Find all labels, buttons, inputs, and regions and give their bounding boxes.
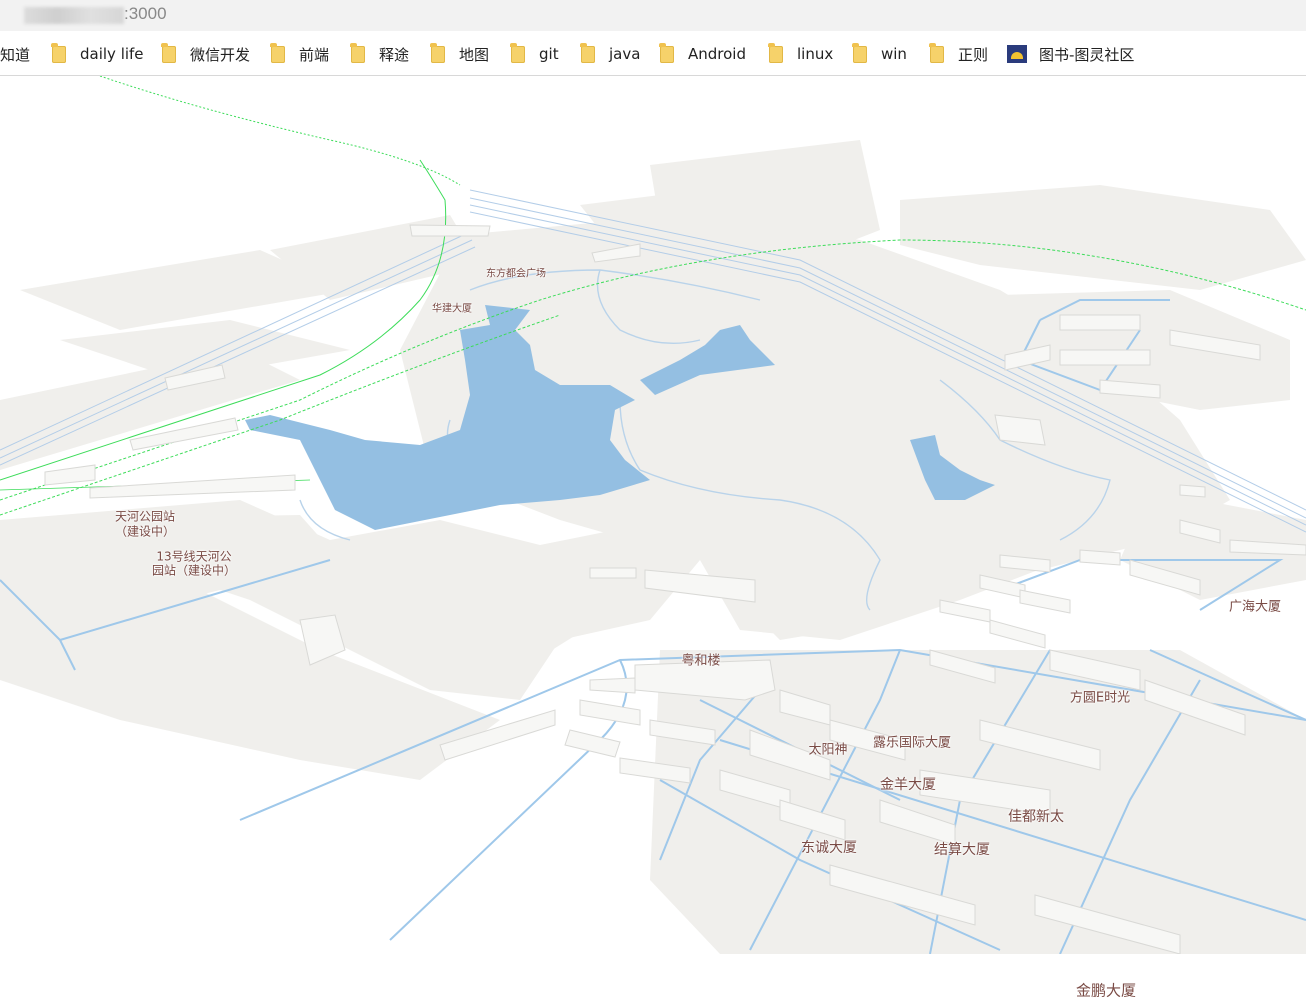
map-label-jinyang[interactable]: 金羊大厦 [880, 774, 936, 794]
folder-icon [161, 42, 176, 63]
map-label-guanghai[interactable]: 广海大厦 [1229, 596, 1281, 615]
map-label-jiadu[interactable]: 佳都新太 [1008, 806, 1064, 826]
bookmark-label: 微信开发 [190, 45, 251, 64]
bookmark-win[interactable]: win [852, 42, 907, 65]
bookmark-label: 释途 [379, 45, 410, 64]
map-label-under-construction: （建设中） [114, 524, 176, 539]
map-label-dongcheng[interactable]: 东诚大厦 [801, 837, 857, 857]
map-label-huajian[interactable]: 华建大厦 [432, 300, 472, 315]
folder-icon [929, 42, 944, 63]
bookmark-android[interactable]: Android [659, 42, 746, 65]
map-label-line13-b: 园站（建设中） [151, 563, 237, 578]
bookmark-label: 前端 [299, 45, 330, 64]
map-label-jiesuan[interactable]: 结算大厦 [934, 839, 990, 859]
bookmark-label: 知道 [0, 45, 31, 64]
folder-icon [768, 42, 783, 63]
map-label-taiyangshen[interactable]: 太阳神 [808, 739, 847, 758]
folder-icon [659, 42, 674, 63]
map-label-yuehe[interactable]: 粤和楼 [681, 650, 720, 669]
map-canvas[interactable] [0, 76, 1306, 954]
bookmark-label: git [539, 45, 559, 63]
map-label-fangyuan[interactable]: 方圆E时光 [1070, 687, 1130, 706]
bookmark-label: linux [797, 45, 834, 63]
bookmarks-bar: 知道 daily life 微信开发 前端 释途 地图 git java And… [0, 31, 1306, 76]
map-label-jinpeng[interactable]: 金鹏大厦 [1076, 980, 1136, 1001]
bookmark-git[interactable]: git [510, 42, 559, 65]
bookmark-label: daily life [80, 45, 144, 63]
bookmark-map[interactable]: 地图 [430, 42, 490, 65]
bookmark-frontend[interactable]: 前端 [270, 42, 330, 65]
bookmark-label: 图书-图灵社区 [1039, 45, 1135, 64]
bookmark-label: Android [688, 45, 746, 63]
folder-icon [350, 42, 365, 63]
turing-favicon-icon [1007, 45, 1027, 63]
bookmark-daily-life[interactable]: daily life [51, 42, 144, 65]
bookmark-wechat-dev[interactable]: 微信开发 [161, 42, 251, 65]
folder-icon [580, 42, 595, 63]
bookmark-label: 正则 [958, 45, 989, 64]
bookmark-linux[interactable]: linux [768, 42, 834, 65]
bookmark-label: 地图 [459, 45, 490, 64]
folder-icon [430, 42, 445, 63]
address-port: :3000 [124, 4, 167, 23]
map-label-lule[interactable]: 露乐国际大厦 [873, 732, 951, 751]
bookmark-label: java [609, 45, 641, 63]
map-view[interactable]: 东方都会广场 华建大厦 天河公园站 （建设中） 13号线天河公 园站（建设中） … [0, 76, 1306, 1000]
folder-icon [852, 42, 867, 63]
blurred-host [24, 7, 124, 24]
folder-icon [270, 42, 285, 63]
address-bar[interactable]: :3000 [0, 0, 1306, 32]
bookmark-java[interactable]: java [580, 42, 641, 65]
bookmark-turing[interactable]: 图书-图灵社区 [1007, 43, 1134, 65]
map-label-dongfang[interactable]: 东方都会广场 [486, 265, 546, 280]
bookmark-label: win [881, 45, 907, 63]
folder-icon [51, 42, 66, 63]
bookmark-shitu[interactable]: 释途 [350, 42, 410, 65]
bookmark-zhidao[interactable]: 知道 [0, 43, 30, 65]
folder-icon [510, 42, 525, 63]
bookmark-regex[interactable]: 正则 [929, 42, 989, 65]
